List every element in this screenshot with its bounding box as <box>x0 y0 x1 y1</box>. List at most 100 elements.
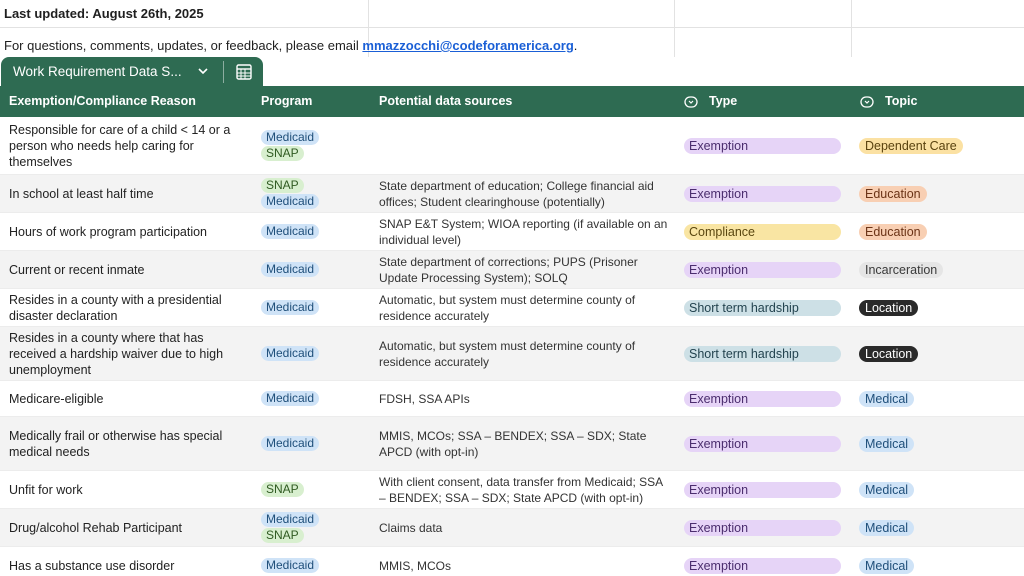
program-tag: Medicaid <box>261 391 320 406</box>
type-cell[interactable]: Short term hardship <box>684 289 844 326</box>
reason-cell[interactable]: Current or recent inmate <box>9 251 239 288</box>
topic-cell[interactable]: Medical <box>859 547 1019 576</box>
sources-cell[interactable]: State department of corrections; PUPS (P… <box>379 251 671 288</box>
table-row[interactable]: Has a substance use disorder Medicaid MMIS… <box>0 547 1024 576</box>
program-cell[interactable]: SNAP <box>261 471 371 508</box>
reason-cell[interactable]: Medically frail or otherwise has special… <box>9 417 239 470</box>
sources-cell[interactable]: SNAP E&T System; WIOA reporting (if avai… <box>379 213 671 250</box>
program-cell[interactable]: Medicaid <box>261 417 371 470</box>
sources-cell[interactable]: State department of education; College f… <box>379 175 671 212</box>
table-row[interactable]: Medically frail or otherwise has special… <box>0 417 1024 471</box>
type-tag: Exemption <box>684 557 841 574</box>
reason-cell[interactable]: Unfit for work <box>9 471 239 508</box>
table-row[interactable]: Drug/alcohol Rehab Participant Medicaid SN… <box>0 509 1024 547</box>
topic-tag: Location <box>859 345 919 362</box>
table-row[interactable]: Hours of work program participation Medic… <box>0 213 1024 251</box>
topic-cell[interactable]: Incarceration <box>859 251 1019 288</box>
topic-cell[interactable]: Medical <box>859 381 1019 416</box>
program-tag: Medicaid <box>261 224 320 239</box>
reason-cell[interactable]: Responsible for care of a child < 14 or … <box>9 117 239 174</box>
program-cell[interactable]: Medicaid <box>261 327 371 380</box>
program-cell[interactable]: Medicaid <box>261 251 371 288</box>
type-cell[interactable]: Short term hardship <box>684 327 844 380</box>
topic-cell[interactable]: Medical <box>859 509 1019 546</box>
sources-cell[interactable]: FDSH, SSA APIs <box>379 381 671 416</box>
type-tag: Exemption <box>684 137 841 154</box>
type-tag: Exemption <box>684 519 841 536</box>
table-row[interactable]: Resides in a county where that has recei… <box>0 327 1024 381</box>
contact-email-link[interactable]: mmazzocchi@codeforamerica.org <box>362 38 573 53</box>
program-tag: SNAP <box>261 482 304 497</box>
topic-cell[interactable]: Medical <box>859 471 1019 508</box>
type-tag: Short term hardship <box>684 299 841 316</box>
topic-cell[interactable]: Education <box>859 175 1019 212</box>
program-cell[interactable]: Medicaid <box>261 381 371 416</box>
type-cell[interactable]: Compliance <box>684 213 844 250</box>
program-cell[interactable]: SNAP Medicaid <box>261 175 371 212</box>
contact-suffix: . <box>573 38 578 53</box>
table-row[interactable]: In school at least half time SNAP Medicaid… <box>0 175 1024 213</box>
type-cell[interactable]: Exemption <box>684 547 844 576</box>
topic-tag: Medical <box>859 390 915 407</box>
chevron-down-icon[interactable] <box>197 65 209 80</box>
sources-cell[interactable]: With client consent, data transfer from … <box>379 471 671 508</box>
topic-tag: Medical <box>859 481 915 498</box>
type-cell[interactable]: Exemption <box>684 251 844 288</box>
reason-cell[interactable]: Has a substance use disorder <box>9 547 239 576</box>
sources-cell[interactable]: Automatic, but system must determine cou… <box>379 327 671 380</box>
tab-divider <box>223 61 224 83</box>
topic-tag: Incarceration <box>859 261 944 278</box>
type-cell[interactable]: Exemption <box>684 381 844 416</box>
topic-cell[interactable]: Medical <box>859 417 1019 470</box>
program-cell[interactable]: Medicaid <box>261 289 371 326</box>
program-cell[interactable]: Medicaid SNAP <box>261 509 371 546</box>
program-tag: SNAP <box>261 146 304 161</box>
table-row[interactable]: Resides in a county with a presidential … <box>0 289 1024 327</box>
table-tab-name: Work Requirement Data S... <box>13 64 182 79</box>
type-cell[interactable]: Exemption <box>684 117 844 174</box>
sources-cell[interactable]: Automatic, but system must determine cou… <box>379 289 671 326</box>
table-tab[interactable]: Work Requirement Data S... <box>1 57 263 87</box>
column-header-program[interactable]: Program <box>261 94 312 108</box>
topic-cell[interactable]: Dependent Care <box>859 117 1019 174</box>
table-row[interactable]: Current or recent inmate Medicaid State de… <box>0 251 1024 289</box>
topic-cell[interactable]: Education <box>859 213 1019 250</box>
program-tag: Medicaid <box>261 300 320 315</box>
program-tag: Medicaid <box>261 512 320 527</box>
sources-cell[interactable]: Claims data <box>379 509 671 546</box>
type-cell[interactable]: Exemption <box>684 175 844 212</box>
program-cell[interactable]: Medicaid SNAP <box>261 117 371 174</box>
type-cell[interactable]: Exemption <box>684 471 844 508</box>
program-cell[interactable]: Medicaid <box>261 547 371 576</box>
sources-cell[interactable] <box>379 117 671 174</box>
table-row[interactable]: Responsible for care of a child < 14 or … <box>0 117 1024 175</box>
topic-tag: Medical <box>859 435 915 452</box>
program-cell[interactable]: Medicaid <box>261 213 371 250</box>
table-row[interactable]: Unfit for work SNAP With client consent, d… <box>0 471 1024 509</box>
table-calendar-icon[interactable] <box>235 63 253 81</box>
sources-cell[interactable]: MMIS, MCOs; SSA – BENDEX; SSA – SDX; Sta… <box>379 417 671 470</box>
reason-cell[interactable]: Drug/alcohol Rehab Participant <box>9 509 239 546</box>
reason-cell[interactable]: Medicare-eligible <box>9 381 239 416</box>
sources-cell[interactable]: MMIS, MCOs <box>379 547 671 576</box>
table-row[interactable]: Medicare-eligible Medicaid FDSH, SSA APIs E… <box>0 381 1024 417</box>
column-header-type[interactable]: Type <box>709 94 737 108</box>
type-cell[interactable]: Exemption <box>684 417 844 470</box>
reason-cell[interactable]: Hours of work program participation <box>9 213 239 250</box>
reason-cell[interactable]: In school at least half time <box>9 175 239 212</box>
program-tag: SNAP <box>261 528 304 543</box>
topic-cell[interactable]: Location <box>859 327 1019 380</box>
program-tag: Medicaid <box>261 194 320 209</box>
reason-cell[interactable]: Resides in a county with a presidential … <box>9 289 239 326</box>
type-cell[interactable]: Exemption <box>684 509 844 546</box>
topic-cell[interactable]: Location <box>859 289 1019 326</box>
type-tag: Short term hardship <box>684 345 841 362</box>
reason-cell[interactable]: Resides in a county where that has recei… <box>9 327 239 380</box>
column-header-reason[interactable]: Exemption/Compliance Reason <box>9 94 196 108</box>
column-header-sources[interactable]: Potential data sources <box>379 94 512 108</box>
column-header-topic[interactable]: Topic <box>885 94 917 108</box>
type-tag: Exemption <box>684 390 841 407</box>
contact-prefix: For questions, comments, updates, or fee… <box>4 38 363 53</box>
type-tag: Exemption <box>684 435 841 452</box>
topic-tag: Dependent Care <box>859 137 963 154</box>
